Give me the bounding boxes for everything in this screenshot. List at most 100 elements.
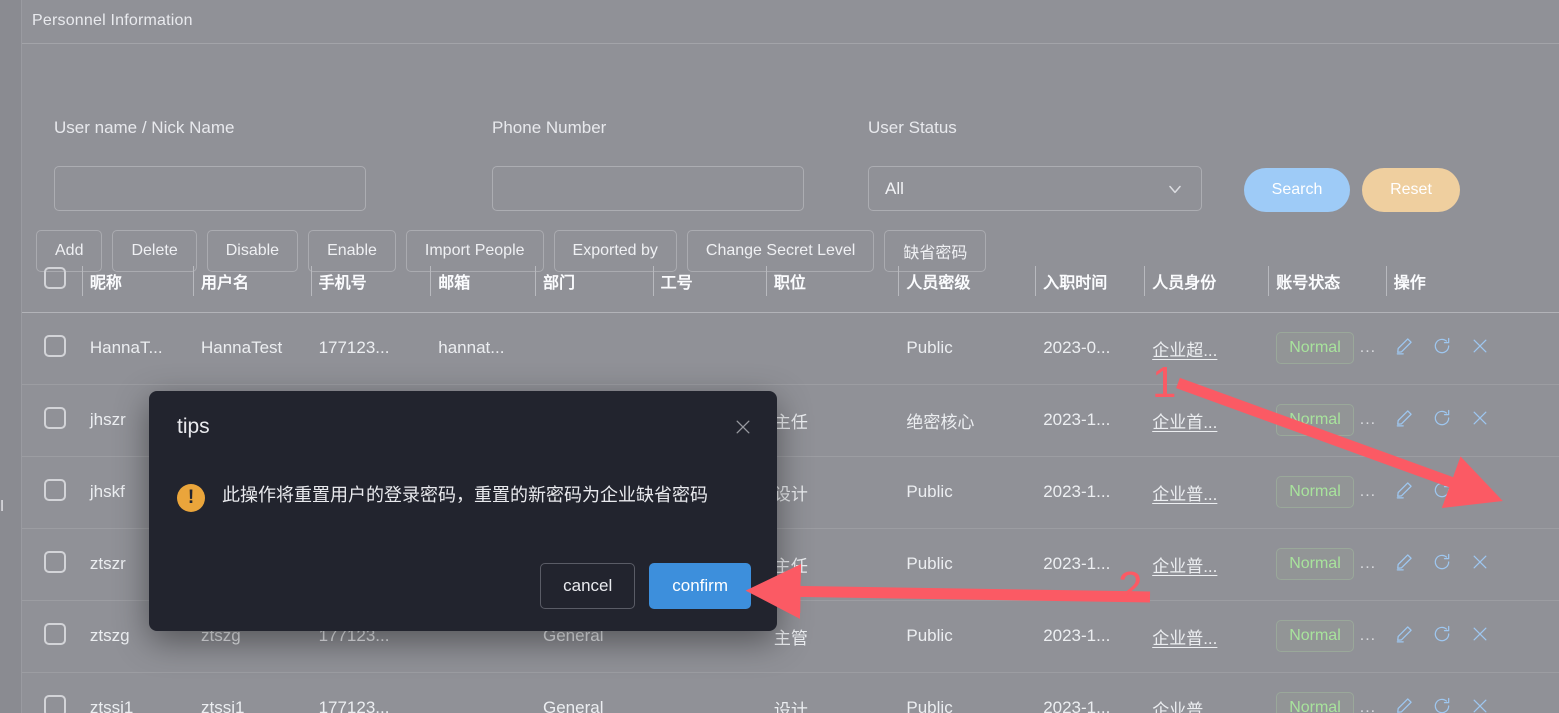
- username-input[interactable]: [54, 166, 366, 211]
- edit-pencil-icon[interactable]: [1394, 624, 1414, 649]
- phone-input[interactable]: [492, 166, 804, 211]
- status-overflow-ellipsis[interactable]: ...: [1360, 555, 1376, 573]
- column-header-nickname[interactable]: 昵称: [81, 250, 193, 312]
- row-checkbox[interactable]: [44, 694, 66, 713]
- column-header-secret-level[interactable]: 人员密级: [898, 250, 1035, 312]
- delete-x-icon[interactable]: [1470, 480, 1490, 505]
- cell-operations: [1386, 456, 1559, 528]
- page-title: Personnel Information: [32, 12, 193, 29]
- row-checkbox[interactable]: [44, 406, 66, 429]
- row-select-cell[interactable]: [22, 384, 82, 456]
- cancel-button[interactable]: cancel: [540, 563, 636, 609]
- status-overflow-ellipsis[interactable]: ...: [1360, 483, 1376, 501]
- table-row[interactable]: HannaT... HannaTest 177123... hannat... Publ…: [22, 312, 1559, 384]
- cell-account-status: Normal...: [1268, 600, 1386, 672]
- row-checkbox[interactable]: [44, 550, 66, 573]
- table-row[interactable]: ztssj1 ztssj1 177123... General 设计 Public 2023…: [22, 672, 1559, 713]
- row-checkbox[interactable]: [44, 622, 66, 645]
- select-all-header[interactable]: [22, 250, 82, 312]
- cell-nickname: ztssj1: [89, 698, 134, 713]
- delete-x-icon[interactable]: [1470, 408, 1490, 433]
- cell-account-status: Normal...: [1268, 456, 1386, 528]
- cell-operations: [1386, 528, 1559, 600]
- identity-link[interactable]: 企业普...: [1152, 701, 1217, 713]
- tips-dialog: tips ! 此操作将重置用户的登录密码，重置的新密码为企业缺省密码 cance…: [149, 391, 777, 631]
- reset-password-refresh-icon[interactable]: [1432, 624, 1452, 649]
- row-select-cell[interactable]: [22, 312, 82, 384]
- cell-position: 主任: [773, 412, 808, 432]
- column-header-email[interactable]: 邮箱: [430, 250, 535, 312]
- cell-account-status: Normal...: [1268, 672, 1386, 713]
- cell-secret: Public: [906, 626, 953, 645]
- delete-x-icon[interactable]: [1470, 696, 1490, 713]
- column-header-username[interactable]: 用户名: [193, 250, 311, 312]
- row-select-cell[interactable]: [22, 672, 82, 713]
- cell-phone: 177123...: [318, 698, 390, 713]
- cell-secret: Public: [906, 338, 953, 357]
- column-header-position[interactable]: 职位: [765, 250, 899, 312]
- edit-pencil-icon[interactable]: [1394, 696, 1414, 713]
- row-checkbox[interactable]: [44, 334, 66, 357]
- cell-username: ztssj1: [201, 698, 245, 713]
- reset-password-refresh-icon[interactable]: [1432, 408, 1452, 433]
- edit-pencil-icon[interactable]: [1394, 552, 1414, 577]
- cell-position: 设计: [773, 484, 808, 504]
- row-checkbox[interactable]: [44, 478, 66, 501]
- cell-secret: Public: [906, 554, 953, 573]
- identity-link[interactable]: 企业普...: [1152, 557, 1217, 576]
- cell-operations: [1386, 600, 1559, 672]
- reset-password-refresh-icon[interactable]: [1432, 336, 1452, 361]
- row-select-cell[interactable]: [22, 456, 82, 528]
- edit-pencil-icon[interactable]: [1394, 408, 1414, 433]
- filter-bar: User name / Nick Name Phone Number User …: [22, 44, 1559, 272]
- cell-identity: 企业普...: [1144, 528, 1268, 600]
- phone-field-label: Phone Number: [492, 118, 607, 137]
- reset-password-refresh-icon[interactable]: [1432, 696, 1452, 713]
- status-overflow-ellipsis[interactable]: ...: [1360, 339, 1376, 357]
- cell-secret: Public: [906, 482, 953, 501]
- column-header-operations[interactable]: 操作: [1385, 250, 1559, 312]
- delete-x-icon[interactable]: [1470, 624, 1490, 649]
- status-overflow-ellipsis[interactable]: ...: [1360, 627, 1376, 645]
- cell-phone: 177123...: [318, 338, 390, 357]
- edit-pencil-icon[interactable]: [1394, 336, 1414, 361]
- cell-account-status: Normal...: [1268, 384, 1386, 456]
- cell-hiredate: 2023-1...: [1043, 698, 1111, 713]
- cell-secret: 绝密核心: [906, 412, 975, 432]
- column-header-account-status[interactable]: 账号状态: [1268, 250, 1386, 312]
- row-select-cell[interactable]: [22, 528, 82, 600]
- status-overflow-ellipsis[interactable]: ...: [1360, 411, 1376, 429]
- cell-operations: [1386, 672, 1559, 713]
- user-status-label: User Status: [868, 118, 957, 137]
- row-select-cell[interactable]: [22, 600, 82, 672]
- reset-button[interactable]: Reset: [1362, 168, 1460, 212]
- column-header-department[interactable]: 部门: [535, 250, 653, 312]
- delete-x-icon[interactable]: [1470, 552, 1490, 577]
- user-status-select[interactable]: All: [868, 166, 1202, 211]
- column-header-hiredate[interactable]: 入职时间: [1035, 250, 1144, 312]
- identity-link[interactable]: 企业普...: [1152, 629, 1217, 648]
- confirm-button[interactable]: confirm: [649, 563, 751, 609]
- status-badge: Normal: [1276, 548, 1354, 580]
- chevron-down-icon: [1165, 179, 1185, 199]
- status-overflow-ellipsis[interactable]: ...: [1360, 699, 1376, 713]
- column-header-jobnumber[interactable]: 工号: [652, 250, 766, 312]
- cell-identity: 企业普...: [1144, 672, 1268, 713]
- reset-password-refresh-icon[interactable]: [1432, 552, 1452, 577]
- cell-secret: Public: [906, 698, 953, 713]
- search-button[interactable]: Search: [1244, 168, 1350, 212]
- cell-position: 主管: [773, 628, 808, 648]
- column-header-phone[interactable]: 手机号: [310, 250, 431, 312]
- identity-link[interactable]: 企业超...: [1152, 341, 1217, 360]
- identity-link[interactable]: 企业首...: [1152, 413, 1217, 432]
- user-status-value: All: [885, 178, 904, 198]
- status-badge: Normal: [1276, 620, 1354, 652]
- close-icon[interactable]: [733, 417, 753, 437]
- reset-password-refresh-icon[interactable]: [1432, 480, 1452, 505]
- delete-x-icon[interactable]: [1470, 336, 1490, 361]
- edit-pencil-icon[interactable]: [1394, 480, 1414, 505]
- select-all-checkbox[interactable]: [44, 267, 66, 290]
- identity-link[interactable]: 企业普...: [1152, 485, 1217, 504]
- cell-account-status: Normal...: [1268, 528, 1386, 600]
- column-header-identity[interactable]: 人员身份: [1144, 250, 1268, 312]
